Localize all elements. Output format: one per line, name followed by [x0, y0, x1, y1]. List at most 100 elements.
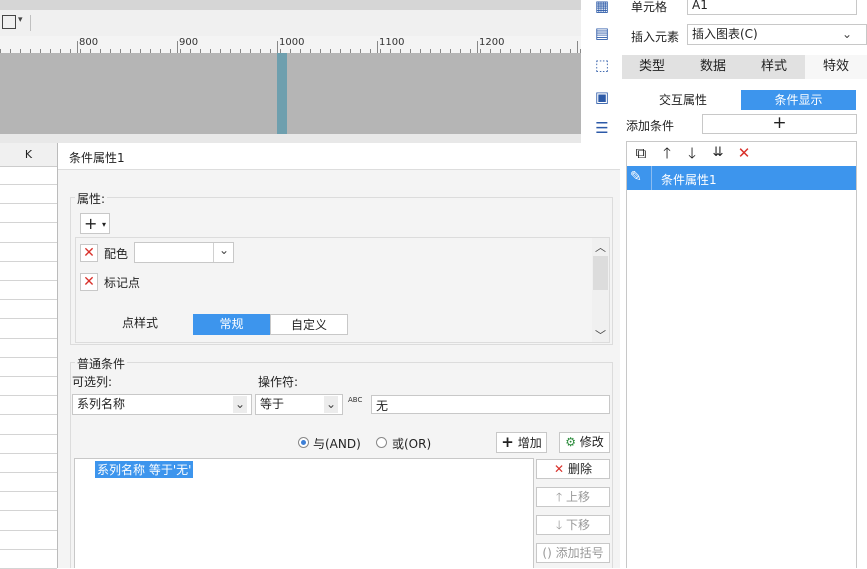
ruler-tick	[77, 41, 78, 53]
row-line	[0, 395, 57, 396]
remove-icon[interactable]: ✕	[80, 244, 98, 262]
chevron-down-icon: ⌄	[233, 396, 247, 413]
crop-icon[interactable]: ⬚	[593, 56, 611, 74]
row-line	[0, 357, 57, 358]
expression-item[interactable]: 系列名称 等于'无'	[95, 461, 194, 478]
sheet-column	[0, 143, 58, 568]
condition-item-divider	[651, 166, 652, 190]
chevron-down-icon: ⌄	[841, 27, 852, 41]
general-condition-label: 普通条件	[75, 355, 128, 372]
horizontal-scrollbar[interactable]	[0, 134, 581, 143]
attributes-label: 属性:	[75, 190, 108, 207]
row-line	[0, 434, 57, 435]
value-type-icon[interactable]: ABC	[348, 396, 368, 404]
row-line	[0, 491, 57, 492]
ruler-label: 800	[79, 37, 99, 48]
optional-column-label: 可选列:	[72, 375, 113, 389]
column-select-value: 系列名称	[77, 397, 126, 411]
column-select[interactable]: 系列名称 ⌄	[72, 394, 252, 415]
tab-type[interactable]: 类型	[622, 55, 682, 79]
row-line	[0, 414, 57, 415]
color-select[interactable]: ⌄	[134, 242, 234, 263]
or-label: 或(OR)	[392, 437, 432, 451]
row-line	[0, 530, 57, 531]
delete-button[interactable]: ✕ 删除	[536, 459, 610, 479]
ruler-tick	[377, 41, 378, 53]
row-line	[0, 453, 57, 454]
chevron-down-icon: ⌄	[218, 243, 229, 257]
delete-icon: ✕	[554, 462, 565, 476]
and-label: 与(AND)	[313, 437, 361, 451]
row-line	[0, 261, 57, 262]
condition-value-input[interactable]: 无	[371, 395, 610, 414]
widget-info-icon[interactable]: ▤	[593, 24, 611, 42]
move-down-icon[interactable]: 🡓	[683, 144, 701, 162]
scroll-down-icon[interactable]: ﹀	[595, 327, 606, 343]
add-button[interactable]: + 增加	[496, 432, 547, 453]
bracket-icon: ()	[542, 546, 552, 560]
and-radio[interactable]	[298, 437, 309, 448]
chevron-down-icon: ⌄	[324, 396, 338, 413]
dialog-title: 条件属性1	[69, 151, 125, 165]
grid-icon[interactable]: ▦	[593, 0, 611, 15]
point-style-custom[interactable]: 自定义	[270, 314, 348, 335]
layers-icon[interactable]: ☰	[593, 119, 611, 137]
insert-element-select[interactable]: 插入图表(C) ⌄	[687, 24, 867, 45]
remove-icon[interactable]: ✕	[80, 273, 98, 291]
design-canvas[interactable]	[0, 53, 581, 134]
delete-icon[interactable]: ✕	[735, 144, 753, 162]
operator-select[interactable]: 等于 ⌄	[255, 394, 343, 415]
subtab-interaction[interactable]: 交互属性	[626, 90, 740, 110]
modify-button[interactable]: ⚙ 修改	[559, 432, 610, 453]
add-bracket-label: 添加括号	[555, 546, 604, 560]
tab-style[interactable]: 样式	[744, 55, 804, 79]
scroll-up-icon[interactable]: ︿	[595, 239, 606, 255]
ruler-label: 1100	[379, 37, 405, 48]
canvas-highlight	[277, 53, 287, 134]
row-line	[0, 318, 57, 319]
tab-effects[interactable]: 特效	[805, 55, 867, 79]
toolbar-divider	[30, 15, 31, 31]
operator-select-value: 等于	[260, 397, 285, 411]
add-bracket-button[interactable]: () 添加括号	[536, 543, 610, 563]
column-header[interactable]: K	[0, 143, 57, 167]
move-bottom-icon[interactable]: ⇊	[709, 144, 727, 162]
or-radio[interactable]	[376, 437, 387, 448]
add-condition-label: 添加条件	[626, 119, 675, 133]
plus-icon: +	[501, 433, 514, 451]
select-divider	[213, 243, 214, 262]
attr-marker-label: 标记点	[104, 276, 141, 290]
row-line	[0, 510, 57, 511]
condition-item-label: 条件属性1	[661, 173, 717, 187]
ruler-tick	[277, 41, 278, 53]
ruler-label: 900	[179, 37, 199, 48]
ruler-label: 1000	[279, 37, 305, 48]
add-button-label: 增加	[517, 436, 542, 450]
chevron-down-icon[interactable]: ▾	[18, 15, 23, 25]
scroll-thumb[interactable]	[593, 256, 608, 290]
insert-element-value: 插入图表(C)	[692, 27, 758, 41]
move-down-button[interactable]: 🡓 下移	[536, 515, 610, 535]
add-condition-button[interactable]: +	[702, 114, 857, 134]
copy-icon[interactable]: ⧉	[632, 144, 650, 162]
arrow-down-icon: 🡓	[555, 518, 563, 532]
toolbar: ▾	[0, 10, 581, 37]
delete-button-label: 删除	[567, 462, 592, 476]
border-icon[interactable]	[2, 15, 16, 29]
ruler-tick	[477, 41, 478, 53]
move-up-button[interactable]: 🡑 上移	[536, 487, 610, 507]
condition-list	[626, 141, 857, 568]
row-line	[0, 280, 57, 281]
tab-data[interactable]: 数据	[683, 55, 743, 79]
horizontal-ruler: 800 900 1000 1100 1200	[0, 36, 581, 54]
point-style-normal[interactable]: 常规	[193, 314, 270, 335]
modify-button-label: 修改	[579, 435, 604, 449]
dropdown-widget-icon[interactable]: ▣	[593, 88, 611, 106]
row-line	[0, 472, 57, 473]
subtab-condition-display[interactable]: 条件显示	[741, 90, 856, 110]
point-style-label: 点样式	[122, 316, 159, 330]
cell-input[interactable]: A1	[687, 0, 857, 15]
move-up-icon[interactable]: 🡑	[658, 144, 676, 162]
row-line	[0, 549, 57, 550]
add-attribute-button[interactable]: + ▾	[80, 213, 110, 234]
